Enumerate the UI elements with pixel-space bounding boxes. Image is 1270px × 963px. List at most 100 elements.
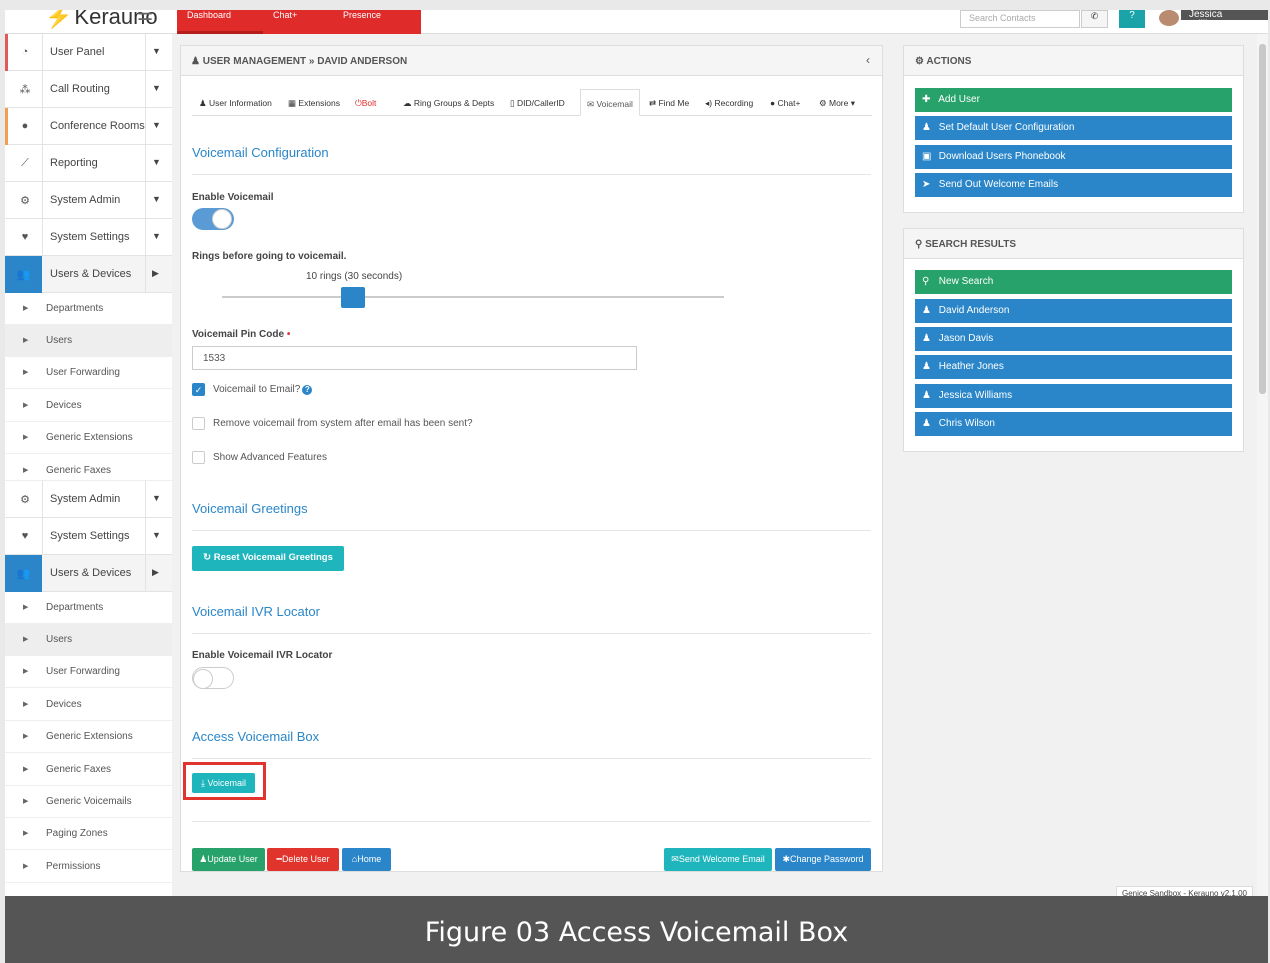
search-result-item[interactable]: ♟ Heather Jones <box>915 355 1232 379</box>
sidebar-sub-permissions[interactable]: ▶ Permissions <box>5 851 172 883</box>
remove-voicemail-checkbox[interactable] <box>192 417 205 430</box>
scrollbar[interactable] <box>1257 34 1268 904</box>
figure-caption: Figure 03 Access Voicemail Box <box>5 896 1268 963</box>
change-password-button[interactable]: ✱Change Password <box>775 848 871 871</box>
tab-voicemail[interactable]: ✉ Voicemail <box>580 89 640 116</box>
sidebar-sub-user-forwarding[interactable]: ▶ User Forwarding <box>5 357 172 389</box>
user-menu[interactable]: Jessica Williams <box>1181 10 1268 30</box>
caret-right-icon: ▶ <box>23 305 29 312</box>
tab-ring-groups[interactable]: ☁ Ring Groups & Depts <box>403 89 494 116</box>
enable-voicemail-toggle[interactable] <box>192 208 234 230</box>
new-search-button[interactable]: ⚲ New Search <box>915 270 1232 294</box>
rings-label: Rings before going to voicemail. <box>192 251 347 262</box>
scrollbar-thumb[interactable] <box>1259 44 1266 394</box>
sidebar-sub-users[interactable]: ▶ Users <box>5 325 172 357</box>
search-result-item[interactable]: ♟ Jessica Williams <box>915 384 1232 408</box>
tab-label: More <box>828 98 849 108</box>
sidebar-sub-departments[interactable]: ▶ Departments <box>5 592 172 624</box>
panel-header: ⚲ SEARCH RESULTS <box>904 229 1243 259</box>
pin-code-input[interactable]: 1533 <box>192 346 637 370</box>
sidebar-sub-devices[interactable]: ▶ Devices <box>5 689 172 721</box>
search-contacts-input[interactable]: Search Contacts <box>960 10 1080 28</box>
caret-right-icon: ▶ <box>23 668 29 675</box>
sidebar-sub-user-forwarding[interactable]: ▶ User Forwarding <box>5 656 172 688</box>
tab-more[interactable]: ⚙ More ▾ <box>819 89 855 116</box>
caret-right-icon[interactable]: ▶ <box>152 268 159 279</box>
sidebar-sub-label: Users <box>46 335 73 346</box>
tab-did-callerid[interactable]: ▯ DID/CallerID <box>510 89 565 116</box>
sidebar-item-users-devices[interactable]: 👥 Users & Devices ▶ <box>5 555 172 592</box>
sidebar-sub-users[interactable]: ▶ Users <box>5 624 172 656</box>
caret-down-icon[interactable]: ▼ <box>152 194 161 204</box>
send-welcome-email-button[interactable]: ✉Send Welcome Email <box>664 848 772 871</box>
sidebar-sub-paging-zones[interactable]: ▶ Paging Zones <box>5 818 172 850</box>
caret-down-icon[interactable]: ▼ <box>152 46 161 56</box>
rings-slider-track[interactable] <box>222 296 724 298</box>
home-button[interactable]: ⌂Home <box>342 848 391 871</box>
sidebar-sub-generic-faxes[interactable]: ▶ Generic Faxes <box>5 754 172 786</box>
sidebar-item-users-devices[interactable]: 👥 Users & Devices ▶ <box>5 256 172 293</box>
download-phonebook-button[interactable]: ▣ Download Users Phonebook <box>915 145 1232 169</box>
avatar[interactable] <box>1159 10 1179 26</box>
caret-down-icon[interactable]: ▼ <box>152 493 161 503</box>
tab-find-me[interactable]: ⇄ Find Me <box>649 89 689 116</box>
sidebar-item-system-admin[interactable]: ⚙ System Admin ▼ <box>5 182 172 219</box>
tab-bolt[interactable]: ⏻Bolt <box>355 89 376 116</box>
caret-right-icon: ▶ <box>23 701 29 708</box>
caret-down-icon[interactable]: ▼ <box>152 83 161 93</box>
sidebar-sub-generic-extensions[interactable]: ▶ Generic Extensions <box>5 422 172 454</box>
sidebar-sub-generic-extensions[interactable]: ▶ Generic Extensions <box>5 721 172 753</box>
sidebar-item-system-settings[interactable]: ♥ System Settings ▼ <box>5 219 172 256</box>
rings-slider-handle[interactable] <box>341 287 365 308</box>
sidebar-sub-generic-voicemails[interactable]: ▶ Generic Voicemails <box>5 786 172 818</box>
tab-dashboard[interactable]: Dashboard <box>177 10 263 34</box>
sidebar-sub-generic-faxes[interactable]: ▶ Generic Faxes <box>5 455 172 481</box>
tab-recording[interactable]: ◂) Recording <box>705 89 753 116</box>
delete-user-button[interactable]: ━Delete User <box>267 848 339 871</box>
add-user-button[interactable]: ✚ Add User <box>915 88 1232 112</box>
sidebar-sub-devices[interactable]: ▶ Devices <box>5 390 172 422</box>
sidebar-item-user-panel[interactable]: ◔ User Panel ▼ <box>5 34 172 71</box>
question-icon[interactable]: ? <box>302 385 313 395</box>
advanced-features-checkbox[interactable] <box>192 451 205 464</box>
user-management-panel: ♟ USER MANAGEMENT » DAVID ANDERSON ‹ ♟ U… <box>180 45 883 872</box>
button-label: Set Default User Configuration <box>938 122 1075 133</box>
sidebar-item-conference-rooms[interactable]: ● Conference Rooms ▼ <box>5 108 172 145</box>
reset-greetings-button[interactable]: ↻ Reset Voicemail Greetings <box>192 546 344 571</box>
tab-extensions[interactable]: ▦ Extensions <box>288 89 340 116</box>
send-welcome-emails-button[interactable]: ➤ Send Out Welcome Emails <box>915 173 1232 197</box>
chevron-left-icon[interactable]: ‹ <box>866 53 870 67</box>
ivr-locator-toggle[interactable] <box>192 667 234 689</box>
voicemail-button[interactable]: ⤓ Voicemail <box>192 773 255 793</box>
divider <box>192 633 871 634</box>
sidebar-item-system-admin[interactable]: ⚙ System Admin ▼ <box>5 481 172 518</box>
search-result-item[interactable]: ♟ Chris Wilson <box>915 412 1232 436</box>
help-button[interactable]: ? <box>1119 10 1145 28</box>
caret-down-icon[interactable]: ▼ <box>152 120 161 130</box>
sidebar-item-call-routing[interactable]: ⁂ Call Routing ▼ <box>5 71 172 108</box>
voicemail-to-email-checkbox[interactable]: ✓ <box>192 383 205 396</box>
sidebar-item-reporting[interactable]: ⟋ Reporting ▼ <box>5 145 172 182</box>
caret-right-icon[interactable]: ▶ <box>152 567 159 578</box>
caret-down-icon[interactable]: ▼ <box>152 157 161 167</box>
tab-chat[interactable]: Chat+ <box>263 10 333 34</box>
search-result-item[interactable]: ♟ Jason Davis <box>915 327 1232 351</box>
tab-label: Find Me <box>658 98 690 108</box>
caret-down-icon[interactable]: ▼ <box>152 231 161 241</box>
set-default-config-button[interactable]: ♟ Set Default User Configuration <box>915 116 1232 140</box>
result-label: Jason Davis <box>938 333 994 344</box>
sidebar-sub-departments[interactable]: ▶ Departments <box>5 293 172 325</box>
tab-presence[interactable]: Presence <box>333 10 421 34</box>
brand-logo[interactable]: ⚡Kerauno ☰ <box>45 10 158 30</box>
caret-down-icon[interactable]: ▼ <box>152 530 161 540</box>
users-icon: 👥 <box>5 555 42 592</box>
sidebar-label: System Admin <box>50 493 121 505</box>
sidebar-item-system-settings[interactable]: ♥ System Settings ▼ <box>5 518 172 555</box>
update-user-button[interactable]: ♟Update User <box>192 848 265 871</box>
hamburger-icon[interactable]: ☰ <box>137 10 153 25</box>
tab-user-information[interactable]: ♟ User Information <box>199 89 272 116</box>
actions-panel: ⚙ ACTIONS ✚ Add User ♟ Set Default User … <box>903 45 1244 213</box>
phone-icon[interactable]: ✆ <box>1081 10 1108 28</box>
search-result-item[interactable]: ♟ David Anderson <box>915 299 1232 323</box>
tab-chat-plus[interactable]: ● Chat+ <box>770 89 800 116</box>
